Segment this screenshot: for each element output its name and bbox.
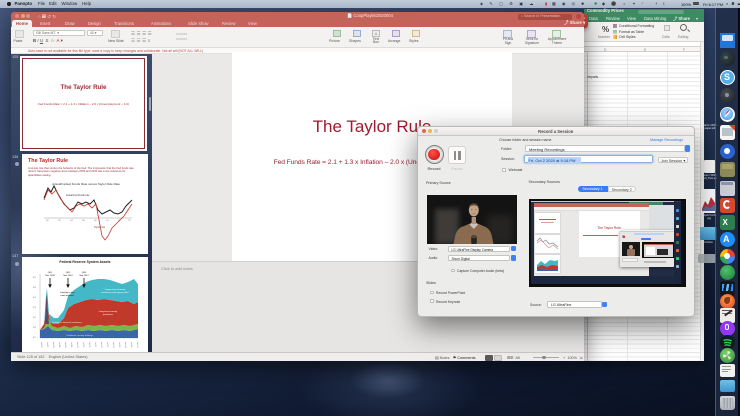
svg-text:Jul-13: Jul-13 — [118, 342, 120, 347]
svg-text:Jan-11: Jan-11 — [88, 342, 90, 347]
svg-text:Actual Fed Funds rate: Actual Fed Funds rate — [66, 194, 90, 197]
svg-text:QE2: QE2 — [66, 272, 71, 274]
svg-text:Jul-07: Jul-07 — [46, 342, 48, 347]
svg-text:2.0: 2.0 — [33, 317, 37, 319]
svg-text:purchases: purchases — [103, 313, 114, 316]
svg-text:1.0: 1.0 — [33, 327, 37, 329]
svg-text:Liquidity to key: Liquidity to key — [60, 291, 75, 294]
svg-text:Jan-15: Jan-15 — [136, 342, 138, 348]
svg-text:purchases and agency debt: purchases and agency debt — [102, 291, 129, 294]
svg-text:0.5: 0.5 — [33, 337, 37, 339]
svg-text:credit markets: credit markets — [60, 294, 75, 297]
svg-text:'14: '14 — [128, 220, 131, 222]
svg-text:QE1: QE1 — [48, 272, 53, 274]
svg-text:Nov 2008: Nov 2008 — [45, 275, 55, 277]
svg-text:Taylor rule: Taylor rule — [94, 226, 106, 229]
svg-text:Longer-term treasury: Longer-term treasury — [105, 288, 126, 291]
svg-text:Actual/Implied Funds Rate vers: Actual/Implied Funds Rate versus Taylor … — [52, 182, 120, 186]
svg-text:2.5: 2.5 — [33, 307, 37, 309]
svg-text:QE3: QE3 — [82, 272, 87, 274]
svg-text:Jan-09: Jan-09 — [64, 342, 66, 348]
svg-text:Jan-07: Jan-07 — [40, 342, 42, 348]
svg-text:Sep 2012: Sep 2012 — [79, 275, 89, 277]
svg-text:4.0: 4.0 — [33, 287, 37, 289]
svg-text:Jan-10: Jan-10 — [76, 342, 78, 348]
svg-text:Jan-12: Jan-12 — [100, 342, 102, 348]
svg-text:3.0: 3.0 — [33, 297, 37, 299]
svg-text:Jul-11: Jul-11 — [94, 342, 96, 347]
svg-text:Lending to financial instituti: Lending to financial institutions — [52, 321, 83, 324]
svg-text:'00: '00 — [46, 220, 49, 222]
svg-text:Jan-14: Jan-14 — [124, 342, 126, 348]
svg-text:Jul-12: Jul-12 — [106, 342, 108, 347]
svg-text:'02: '02 — [58, 220, 61, 222]
svg-text:4.5: 4.5 — [33, 277, 37, 279]
svg-text:Jan-13: Jan-13 — [112, 342, 114, 348]
svg-text:Traditional security holdings: Traditional security holdings — [66, 334, 94, 337]
svg-text:Jul-09: Jul-09 — [70, 342, 72, 347]
svg-text:'10: '10 — [106, 220, 109, 222]
svg-text:Long-term treasury: Long-term treasury — [99, 310, 118, 313]
svg-text:'06: '06 — [82, 220, 85, 222]
svg-text:Jul-10: Jul-10 — [82, 342, 84, 347]
svg-text:Jul-14: Jul-14 — [130, 342, 132, 347]
svg-text:Nov 2010: Nov 2010 — [63, 275, 73, 277]
svg-text:Jul-08: Jul-08 — [58, 342, 60, 347]
svg-text:'04: '04 — [70, 220, 73, 222]
svg-text:'08: '08 — [94, 220, 97, 222]
svg-text:Jan-08: Jan-08 — [52, 342, 54, 348]
